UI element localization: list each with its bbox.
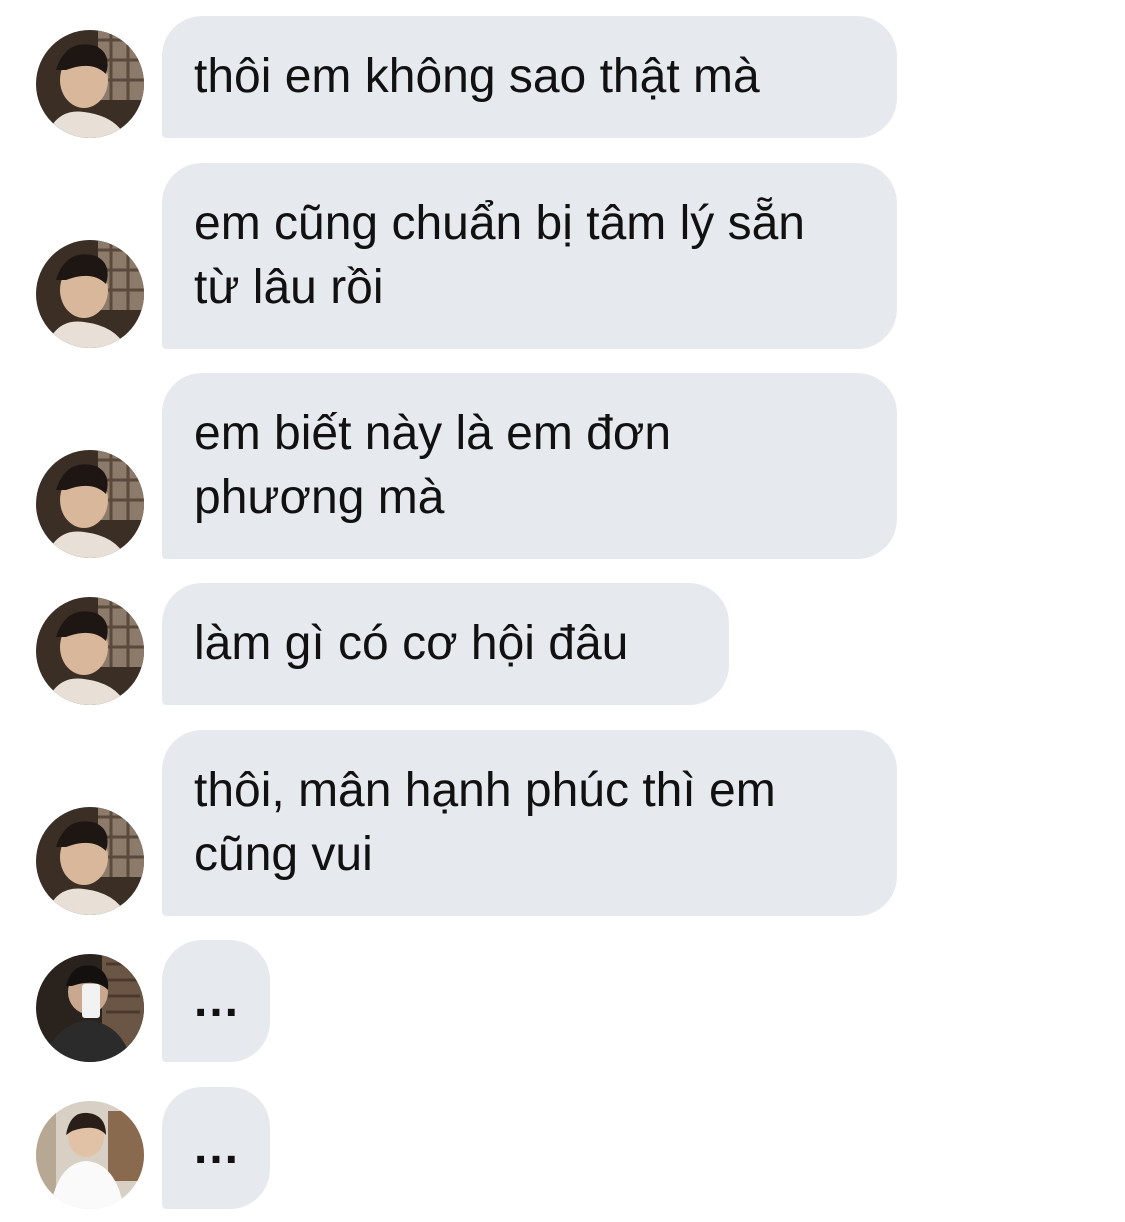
message-text: em cũng chuẩn bị tâm lý sẵn từ lâu rồi xyxy=(194,197,805,314)
message-row: ... xyxy=(0,1087,1125,1209)
message-row: thôi, mân hạnh phúc thì em cũng vui xyxy=(0,730,1125,916)
avatar-photo-icon xyxy=(36,450,144,558)
message-row: em cũng chuẩn bị tâm lý sẵn từ lâu rồi xyxy=(0,163,1125,349)
sender-avatar[interactable] xyxy=(36,240,144,348)
message-bubble[interactable]: ... xyxy=(162,940,270,1062)
sender-avatar[interactable] xyxy=(36,450,144,558)
avatar-photo-icon xyxy=(36,597,144,705)
message-bubble[interactable]: làm gì có cơ hội đâu xyxy=(162,583,729,705)
sender-avatar[interactable] xyxy=(36,807,144,915)
message-text: thôi, mân hạnh phúc thì em cũng vui xyxy=(194,764,776,881)
message-text: thôi em không sao thật mà xyxy=(194,50,760,103)
message-row: thôi em không sao thật mà xyxy=(0,16,1125,138)
message-row: làm gì có cơ hội đâu xyxy=(0,583,1125,705)
avatar-photo-icon xyxy=(36,30,144,138)
message-bubble[interactable]: em biết này là em đơn phương mà xyxy=(162,373,897,559)
message-row: em biết này là em đơn phương mà xyxy=(0,373,1125,559)
avatar-photo-icon xyxy=(36,807,144,915)
message-text: ... xyxy=(194,1121,241,1174)
message-text: làm gì có cơ hội đâu xyxy=(194,617,629,670)
message-text: ... xyxy=(194,974,241,1027)
message-text: em biết này là em đơn phương mà xyxy=(194,407,672,524)
message-bubble[interactable]: thôi, mân hạnh phúc thì em cũng vui xyxy=(162,730,897,916)
avatar-photo-icon xyxy=(36,1101,144,1209)
message-bubble[interactable]: ... xyxy=(162,1087,270,1209)
sender-avatar[interactable] xyxy=(36,30,144,138)
avatar-photo-icon xyxy=(36,240,144,348)
sender-avatar[interactable] xyxy=(36,1101,144,1209)
message-bubble[interactable]: em cũng chuẩn bị tâm lý sẵn từ lâu rồi xyxy=(162,163,897,349)
sender-avatar[interactable] xyxy=(36,954,144,1062)
message-row: ... xyxy=(0,940,1125,1062)
message-bubble[interactable]: thôi em không sao thật mà xyxy=(162,16,897,138)
sender-avatar[interactable] xyxy=(36,597,144,705)
avatar-photo-icon xyxy=(36,954,144,1062)
